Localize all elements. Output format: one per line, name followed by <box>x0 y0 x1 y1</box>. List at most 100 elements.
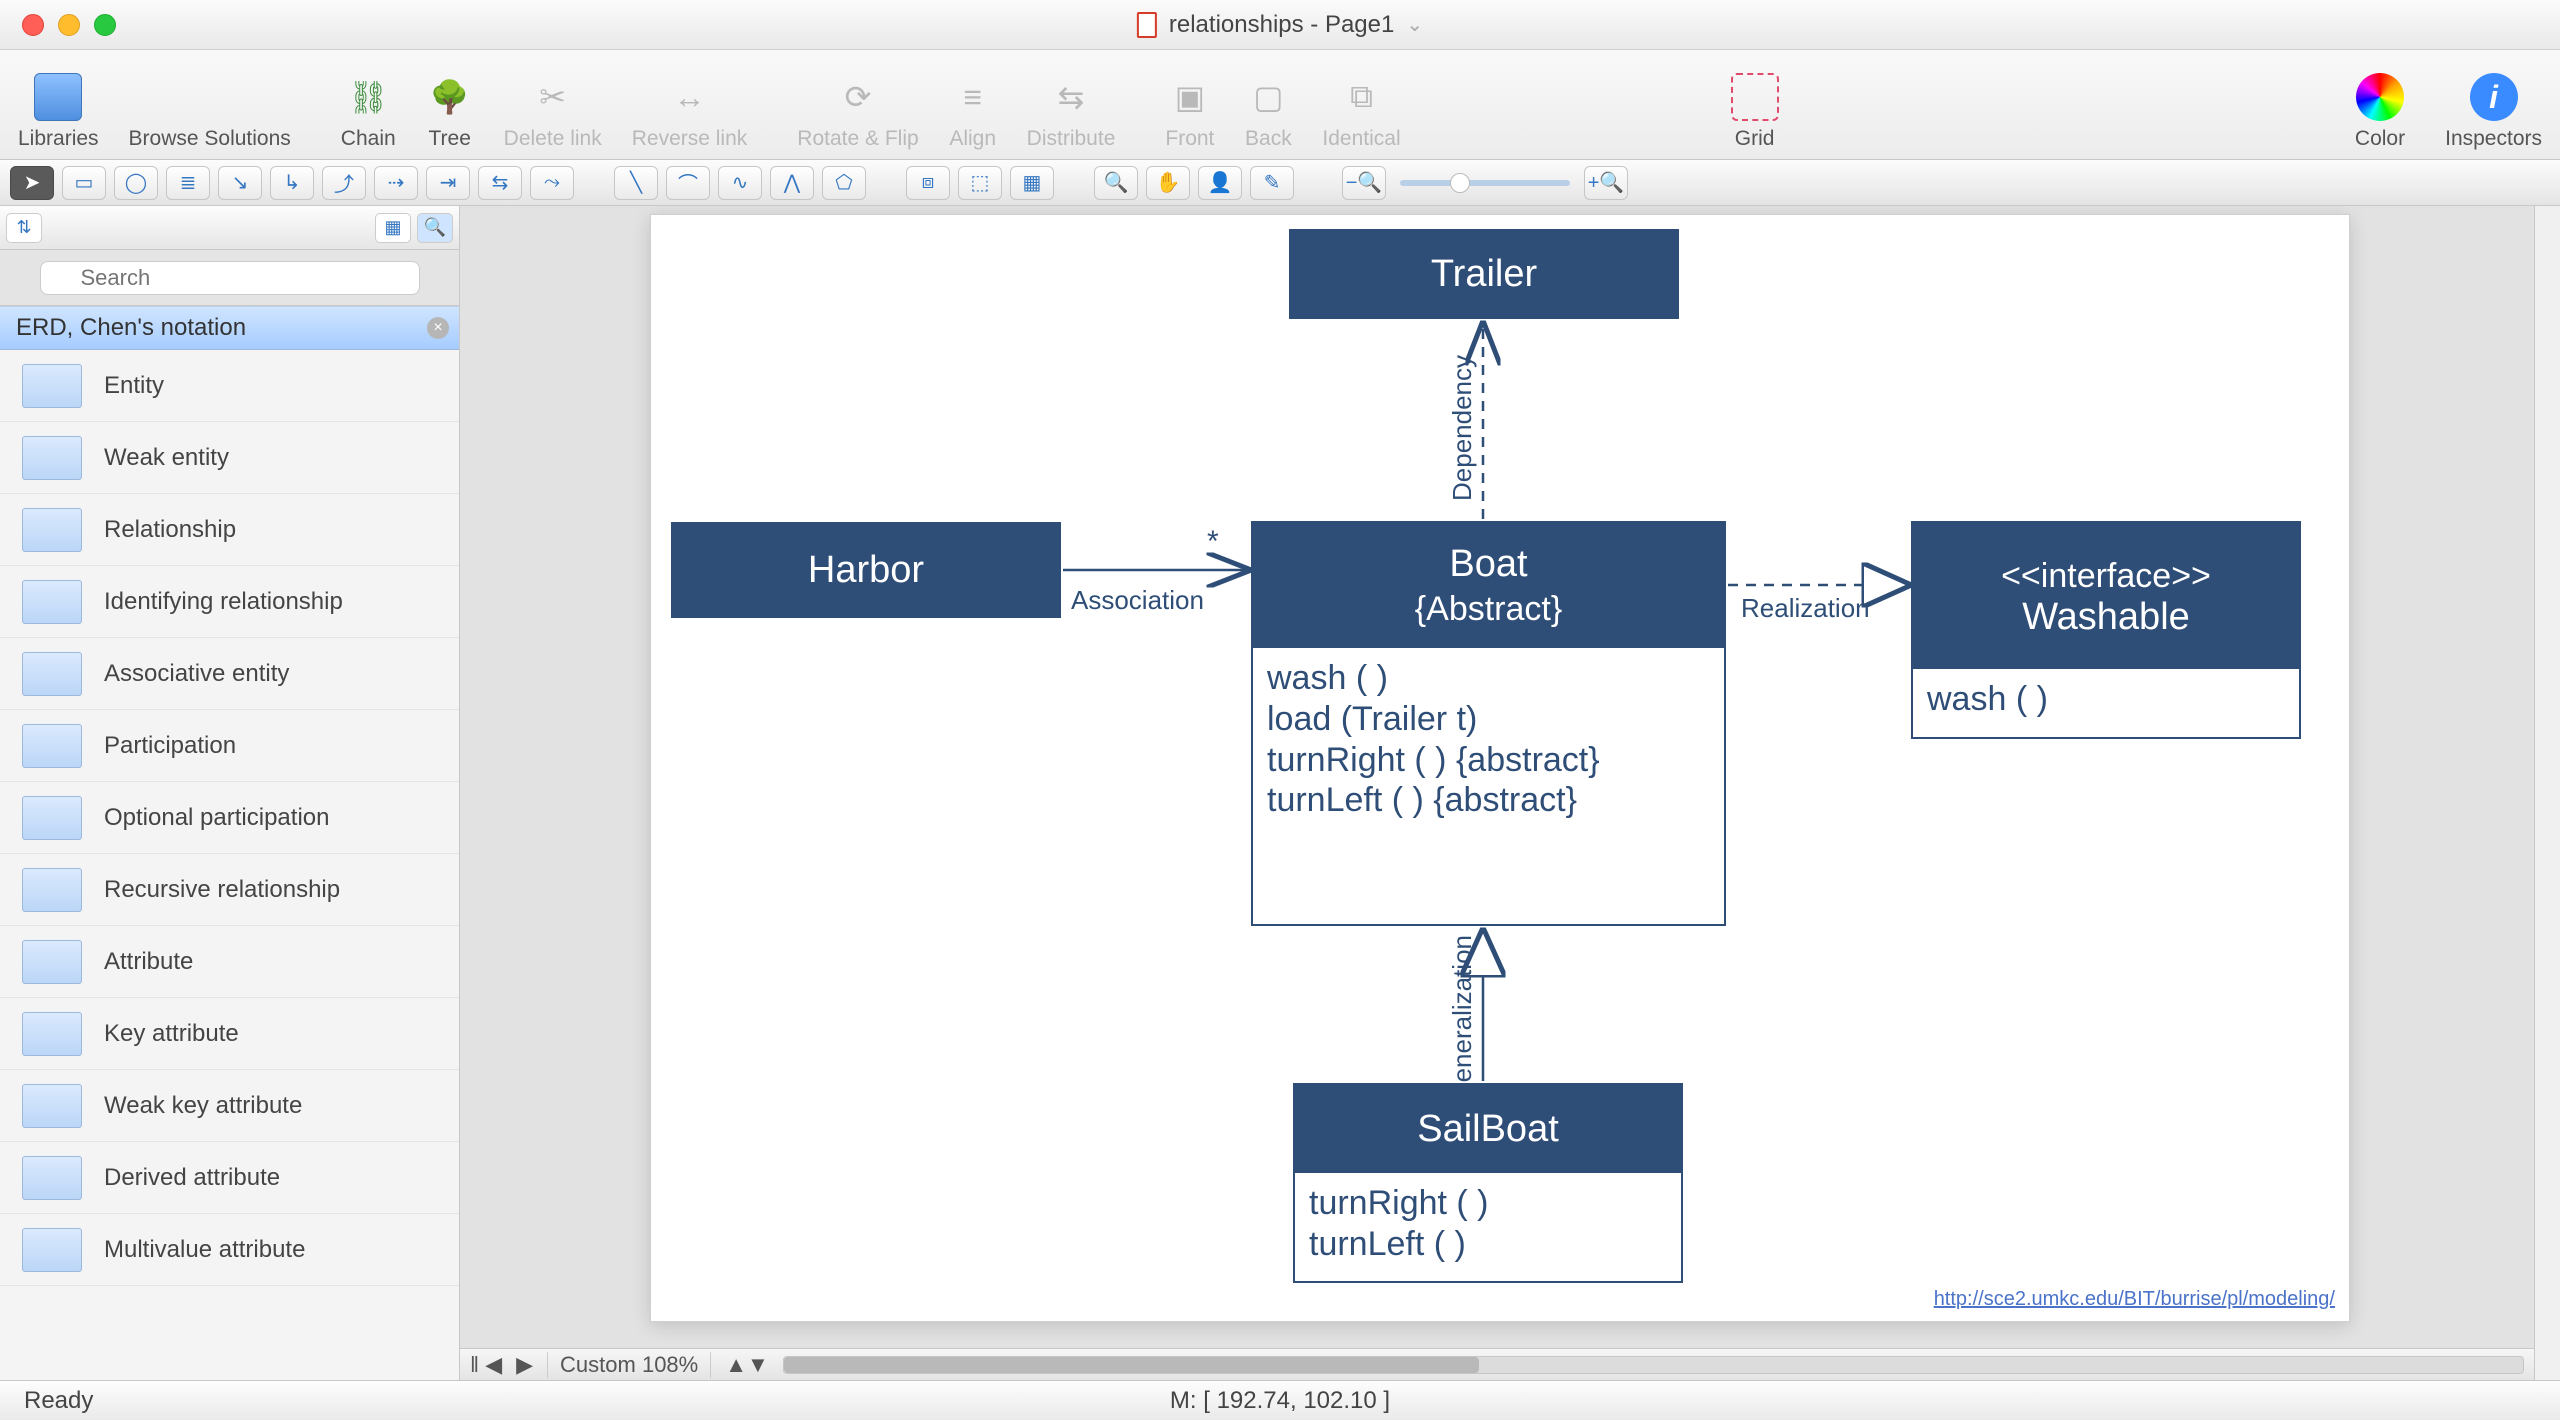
uml-sailboat-ops: turnRight ( )turnLeft ( ) <box>1295 1173 1681 1275</box>
palette-icon <box>186 73 234 121</box>
page[interactable]: Trailer Harbor Boat {Abstract} wash ( )l… <box>650 214 2350 1322</box>
conn-tool-7[interactable]: ⤳ <box>530 166 574 200</box>
uml-sailboat[interactable]: SailBoat turnRight ( )turnLeft ( ) <box>1293 1083 1683 1283</box>
uml-harbor-title: Harbor <box>673 549 1059 592</box>
shape-item[interactable]: Weak entity <box>0 422 459 494</box>
zoom-icon[interactable] <box>94 14 116 36</box>
shape-item[interactable]: Participation <box>0 710 459 782</box>
label-association: Association <box>1071 585 1204 616</box>
conn-tool-4[interactable]: ⇢ <box>374 166 418 200</box>
tb-browse-solutions[interactable]: Browse Solutions <box>129 73 291 151</box>
uml-washable-stereo: <<interface>> <box>1913 557 2299 596</box>
uml-washable-ops: wash ( ) <box>1913 669 2299 730</box>
source-link[interactable]: http://sce2.umkc.edu/BIT/burrise/pl/mode… <box>1934 1288 2335 1311</box>
document-icon <box>1137 12 1157 38</box>
tb-libraries[interactable]: Libraries <box>18 73 99 151</box>
label-mult: * <box>1207 525 1219 559</box>
uml-trailer[interactable]: Trailer <box>1289 229 1679 319</box>
tb-back: ▢ Back <box>1244 73 1292 151</box>
tb-label: Color <box>2355 127 2405 151</box>
shape-item[interactable]: Key attribute <box>0 998 459 1070</box>
uml-harbor[interactable]: Harbor <box>671 522 1061 618</box>
slider-thumb[interactable] <box>1450 173 1470 193</box>
mask-tool[interactable]: ⬚ <box>958 166 1002 200</box>
conn-tool-3[interactable]: ⤴ <box>322 166 366 200</box>
shape-thumb-icon <box>22 652 82 696</box>
hand-tool[interactable]: ✋ <box>1146 166 1190 200</box>
shape-item[interactable]: Relationship <box>0 494 459 566</box>
shape-item[interactable]: Attribute <box>0 926 459 998</box>
arc-tool[interactable]: ⌒ <box>666 166 710 200</box>
shape-item[interactable]: Identifying relationship <box>0 566 459 638</box>
shape-thumb-icon <box>22 1012 82 1056</box>
shape-item[interactable]: Derived attribute <box>0 1142 459 1214</box>
text-tool[interactable]: ≣ <box>166 166 210 200</box>
search-toggle-icon[interactable]: 🔍 <box>417 213 453 243</box>
tb-inspectors[interactable]: i Inspectors <box>2445 73 2542 151</box>
conn-tool-5[interactable]: ⇥ <box>426 166 470 200</box>
polyline-tool[interactable]: ⋀ <box>770 166 814 200</box>
pager-prev-icon[interactable]: ‖ ◀ <box>470 1352 502 1378</box>
spline-tool[interactable]: ∿ <box>718 166 762 200</box>
library-header[interactable]: ERD, Chen's notation × <box>0 306 459 350</box>
shape-label: Associative entity <box>104 660 289 688</box>
zoom-readout[interactable]: Custom 108% <box>547 1352 711 1378</box>
rect-tool[interactable]: ▭ <box>62 166 106 200</box>
eyedropper-tool[interactable]: ✎ <box>1250 166 1294 200</box>
v-scrollbar[interactable] <box>2534 206 2560 1380</box>
search-input[interactable] <box>40 261 420 295</box>
stamp-tool[interactable]: 👤 <box>1198 166 1242 200</box>
tb-color[interactable]: Color <box>2355 73 2405 151</box>
tb-grid[interactable]: Grid <box>1731 73 1779 151</box>
tb-tree[interactable]: 🌳 Tree <box>426 73 474 151</box>
shape-item[interactable]: Entity <box>0 350 459 422</box>
zoom-slider[interactable]: −🔍 +🔍 <box>1342 166 1628 200</box>
label-realization: Realization <box>1741 593 1870 624</box>
h-scrollbar[interactable] <box>783 1356 2524 1374</box>
shape-item[interactable]: Associative entity <box>0 638 459 710</box>
library-title: ERD, Chen's notation <box>16 314 246 342</box>
status-text: Ready <box>24 1387 93 1415</box>
main-toolbar: Libraries Browse Solutions ⛓ Chain 🌳 Tre… <box>0 50 2560 160</box>
uml-washable[interactable]: <<interface>> Washable wash ( ) <box>1911 521 2301 739</box>
uml-op: load (Trailer t) <box>1267 699 1710 740</box>
shape-item[interactable]: Recursive relationship <box>0 854 459 926</box>
minimize-icon[interactable] <box>58 14 80 36</box>
zoom-stepper-icon[interactable]: ▲▼ <box>725 1352 769 1378</box>
image-tool[interactable]: ▦ <box>1010 166 1054 200</box>
zoom-in-icon[interactable]: +🔍 <box>1584 166 1628 200</box>
magnifier-tool[interactable]: 🔍 <box>1094 166 1138 200</box>
close-library-icon[interactable]: × <box>427 317 449 339</box>
ellipse-tool[interactable]: ◯ <box>114 166 158 200</box>
mouse-coords: M: [ 192.74, 102.10 ] <box>1170 1387 1390 1415</box>
pager-next-icon[interactable]: ▶ <box>516 1352 533 1378</box>
conn-tool-1[interactable]: ↘ <box>218 166 262 200</box>
shape-item[interactable]: Optional participation <box>0 782 459 854</box>
conn-tool-2[interactable]: ↳ <box>270 166 314 200</box>
conn-tool-6[interactable]: ⇆ <box>478 166 522 200</box>
identical-icon: ⧉ <box>1338 73 1386 121</box>
uml-washable-title: Washable <box>1913 596 2299 639</box>
uml-boat[interactable]: Boat {Abstract} wash ( )load (Trailer t)… <box>1251 521 1726 926</box>
grid-view-icon[interactable]: ▦ <box>375 213 411 243</box>
close-icon[interactable] <box>22 14 44 36</box>
tb-label: Tree <box>428 127 470 151</box>
slider-track[interactable] <box>1400 180 1570 186</box>
shape-item[interactable]: Weak key attribute <box>0 1070 459 1142</box>
shape-item[interactable]: Multivalue attribute <box>0 1214 459 1286</box>
tb-chain[interactable]: ⛓ Chain <box>341 73 396 151</box>
page-bottom-bar: ‖ ◀ ▶ Custom 108% ▲▼ <box>460 1348 2534 1380</box>
sort-icon[interactable]: ⇅ <box>6 213 42 243</box>
tool-toolbar: ➤ ▭ ◯ ≣ ↘ ↳ ⤴ ⇢ ⇥ ⇆ ⤳ ╲ ⌒ ∿ ⋀ ⬠ ⧈ ⬚ ▦ 🔍 … <box>0 160 2560 206</box>
canvas-viewport[interactable]: Trailer Harbor Boat {Abstract} wash ( )l… <box>460 206 2534 1348</box>
zoom-out-icon[interactable]: −🔍 <box>1342 166 1386 200</box>
delete-link-icon: ✂ <box>529 73 577 121</box>
chevron-down-icon[interactable]: ⌄ <box>1406 12 1423 37</box>
shape-thumb-icon <box>22 940 82 984</box>
pointer-tool[interactable]: ➤ <box>10 166 54 200</box>
window-title[interactable]: relationships - Page1 ⌄ <box>1137 11 1423 39</box>
line-tool[interactable]: ╲ <box>614 166 658 200</box>
crop-tool[interactable]: ⧈ <box>906 166 950 200</box>
chain-icon: ⛓ <box>344 73 392 121</box>
polygon-tool[interactable]: ⬠ <box>822 166 866 200</box>
